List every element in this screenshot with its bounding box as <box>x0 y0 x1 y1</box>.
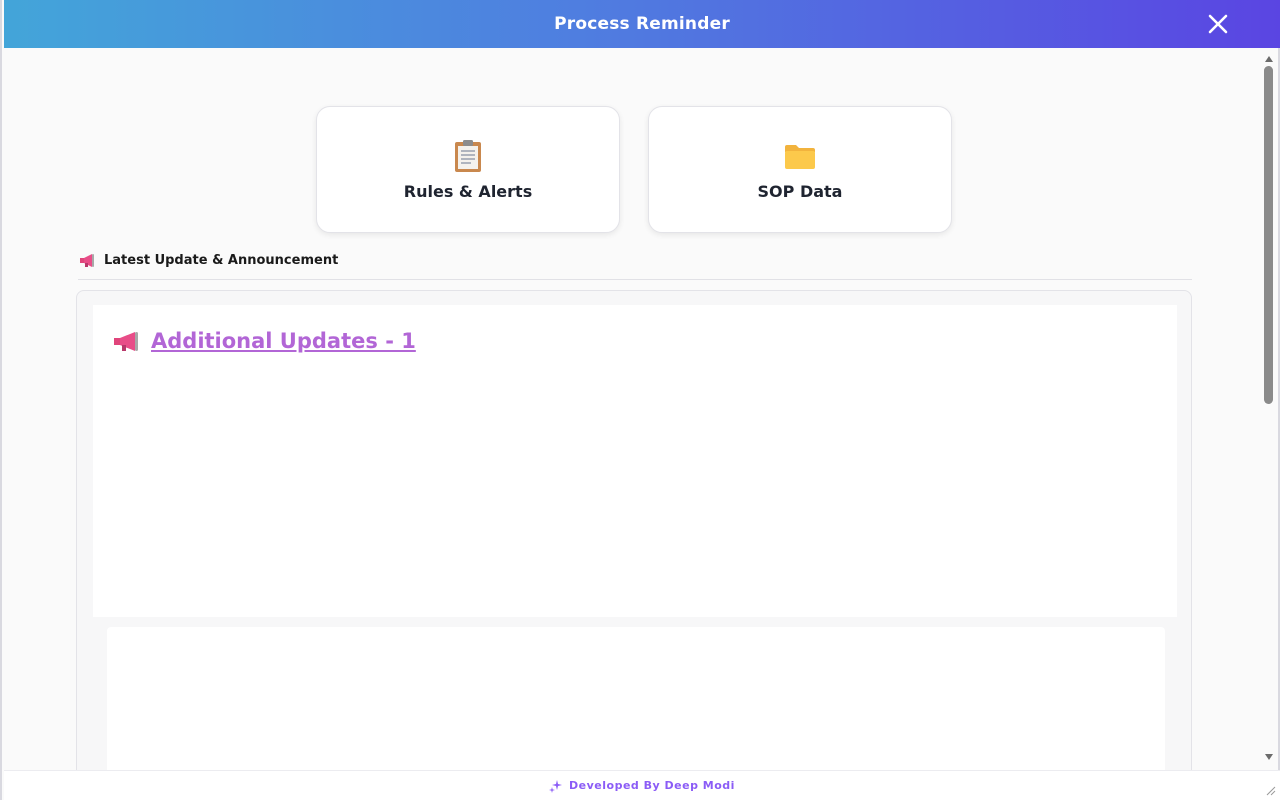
clipboard-icon <box>450 138 486 174</box>
rules-alerts-label: Rules & Alerts <box>403 182 533 201</box>
close-icon <box>1208 14 1228 34</box>
update-item: Additional Updates - 1 <box>93 305 1177 617</box>
section-divider <box>78 279 1192 280</box>
announcement-heading: Latest Update & Announcement <box>78 252 338 268</box>
megaphone-icon <box>111 329 143 353</box>
scroll-up-arrow-icon[interactable] <box>1265 56 1273 62</box>
content-area: Rules & Alerts SOP Data Latest Update & … <box>4 48 1264 770</box>
additional-updates-link[interactable]: Additional Updates - 1 <box>111 329 416 353</box>
announcement-heading-text: Latest Update & Announcement <box>104 252 339 268</box>
rules-alerts-card[interactable]: Rules & Alerts <box>316 106 620 233</box>
additional-updates-title: Additional Updates - 1 <box>151 329 416 353</box>
sparkle-icon <box>549 779 563 793</box>
resize-grip-icon[interactable] <box>1264 784 1276 796</box>
folder-icon <box>782 138 818 174</box>
vertical-scrollbar[interactable] <box>1262 52 1276 764</box>
footer-credit-text: Developed By Deep Modi <box>569 779 735 792</box>
scroll-down-arrow-icon[interactable] <box>1265 754 1273 760</box>
announcement-panel: Additional Updates - 1 <box>76 290 1192 770</box>
sop-data-card[interactable]: SOP Data <box>648 106 952 233</box>
update-item <box>107 627 1165 770</box>
close-button[interactable] <box>1204 10 1232 38</box>
sop-data-label: SOP Data <box>757 182 843 201</box>
megaphone-icon <box>78 252 96 268</box>
window-header: Process Reminder <box>4 0 1280 48</box>
footer: Developed By Deep Modi <box>4 770 1280 800</box>
footer-credit: Developed By Deep Modi <box>549 779 735 793</box>
scroll-thumb[interactable] <box>1264 66 1273 404</box>
window-title: Process Reminder <box>554 14 730 34</box>
process-reminder-window: Process Reminder Rules & Alerts SOP Data… <box>0 0 1280 800</box>
